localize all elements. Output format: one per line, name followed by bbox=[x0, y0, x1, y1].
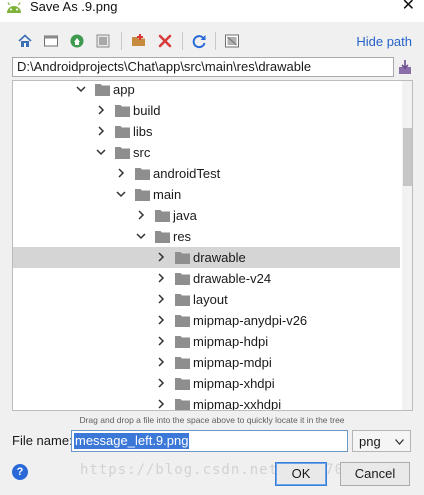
home-icon[interactable] bbox=[15, 31, 35, 51]
delete-icon[interactable] bbox=[155, 31, 175, 51]
chevron-right-icon[interactable] bbox=[96, 105, 106, 115]
chevron-right-icon[interactable] bbox=[156, 315, 166, 325]
cancel-button[interactable]: Cancel bbox=[340, 462, 410, 486]
show-hidden-icon[interactable] bbox=[222, 31, 242, 51]
chevron-down-icon bbox=[395, 439, 404, 445]
extension-value: png bbox=[359, 434, 381, 449]
desktop-icon[interactable] bbox=[41, 31, 61, 51]
project-icon[interactable] bbox=[67, 31, 87, 51]
toolbar-separator bbox=[121, 32, 122, 50]
folder-icon bbox=[175, 294, 190, 306]
chevron-right-icon[interactable] bbox=[156, 399, 166, 409]
folder-icon bbox=[175, 357, 190, 369]
tree-item-app[interactable]: app bbox=[13, 81, 400, 100]
chevron-down-icon[interactable] bbox=[136, 231, 146, 241]
folder-icon bbox=[135, 168, 150, 180]
tree-item-label: layout bbox=[193, 292, 228, 307]
extension-select[interactable]: png bbox=[352, 430, 411, 452]
folder-icon bbox=[175, 273, 190, 285]
chevron-right-icon[interactable] bbox=[156, 378, 166, 388]
toolbar-separator bbox=[182, 32, 183, 50]
folder-icon bbox=[155, 231, 170, 243]
chevron-right-icon[interactable] bbox=[156, 273, 166, 283]
tree-item-layout[interactable]: layout bbox=[13, 289, 400, 310]
tree-item-java[interactable]: java bbox=[13, 205, 400, 226]
module-icon[interactable] bbox=[93, 31, 113, 51]
chevron-right-icon[interactable] bbox=[136, 210, 146, 220]
tree-item-androidtest[interactable]: androidTest bbox=[13, 163, 400, 184]
file-name-label: File name: bbox=[12, 433, 73, 448]
chevron-right-icon[interactable] bbox=[116, 168, 126, 178]
scroll-thumb[interactable] bbox=[403, 128, 412, 186]
browse-path-icon[interactable] bbox=[396, 57, 414, 77]
chevron-down-icon[interactable] bbox=[116, 189, 126, 199]
tree-item-label: mipmap-anydpi-v26 bbox=[193, 313, 308, 328]
folder-icon bbox=[95, 84, 110, 96]
tree-item-label: mipmap-hdpi bbox=[193, 334, 269, 349]
folder-icon bbox=[175, 399, 190, 410]
new-folder-icon[interactable] bbox=[129, 31, 149, 51]
title-bar: Save As .9.png ✕ bbox=[0, 0, 424, 22]
tree-item-mipmap-mdpi[interactable]: mipmap-mdpi bbox=[13, 352, 400, 373]
tree-item-label: app bbox=[113, 82, 135, 97]
window-title: Save As .9.png bbox=[30, 0, 118, 14]
tree-item-label: res bbox=[173, 229, 192, 244]
tree-item-res[interactable]: res bbox=[13, 226, 400, 247]
tree-item-label: build bbox=[133, 103, 161, 118]
folder-icon bbox=[115, 126, 130, 138]
tree-item-src[interactable]: src bbox=[13, 142, 400, 163]
folder-icon bbox=[135, 189, 150, 201]
chevron-down-icon[interactable] bbox=[76, 84, 86, 94]
tree-item-label: mipmap-mdpi bbox=[193, 355, 272, 370]
android-icon bbox=[7, 2, 21, 13]
tree-item-mipmap-xhdpi[interactable]: mipmap-xhdpi bbox=[13, 373, 400, 394]
tree-item-mipmap-anydpi-v26[interactable]: mipmap-anydpi-v26 bbox=[13, 310, 400, 331]
tree-item-label: drawable bbox=[193, 250, 246, 265]
tree-item-libs[interactable]: libs bbox=[13, 121, 400, 142]
path-input[interactable]: D:\Androidprojects\Chat\app\src\main\res… bbox=[12, 57, 394, 77]
tree-item-mipmap-hdpi[interactable]: mipmap-hdpi bbox=[13, 331, 400, 352]
tree-item-label: src bbox=[133, 145, 151, 160]
chevron-right-icon[interactable] bbox=[156, 294, 166, 304]
tree-item-build[interactable]: build bbox=[13, 100, 400, 121]
folder-icon bbox=[155, 210, 170, 222]
hide-path-link[interactable]: Hide path bbox=[356, 34, 412, 49]
close-icon[interactable]: ✕ bbox=[402, 0, 415, 14]
tree-item-label: libs bbox=[133, 124, 153, 139]
file-name-input[interactable]: message_left.9.png bbox=[71, 430, 348, 452]
chevron-down-icon[interactable] bbox=[96, 147, 106, 157]
directory-tree[interactable]: app build libs src androidTest main java res dra… bbox=[12, 80, 413, 411]
tree-item-label: drawable-v24 bbox=[193, 271, 272, 286]
tree-item-label: androidTest bbox=[153, 166, 221, 181]
tree-item-main[interactable]: main bbox=[13, 184, 400, 205]
tree-item-drawable-v24[interactable]: drawable-v24 bbox=[13, 268, 400, 289]
tree-item-label: main bbox=[153, 187, 182, 202]
chevron-right-icon[interactable] bbox=[156, 357, 166, 367]
file-name-value: message_left.9.png bbox=[74, 433, 190, 449]
folder-icon bbox=[115, 147, 130, 159]
folder-icon bbox=[175, 336, 190, 348]
toolbar: Hide path bbox=[0, 26, 424, 56]
chevron-right-icon[interactable] bbox=[156, 336, 166, 346]
tree-scrollbar[interactable] bbox=[402, 81, 412, 410]
help-icon[interactable]: ? bbox=[12, 464, 28, 480]
folder-icon bbox=[115, 105, 130, 117]
toolbar-separator bbox=[215, 32, 216, 50]
tree-item-mipmap-xxhdpi[interactable]: mipmap-xxhdpi bbox=[13, 394, 400, 411]
tree-item-label: mipmap-xxhdpi bbox=[193, 397, 282, 411]
folder-icon bbox=[175, 252, 190, 264]
chevron-right-icon[interactable] bbox=[156, 252, 166, 262]
refresh-icon[interactable] bbox=[189, 31, 209, 51]
ok-button[interactable]: OK bbox=[275, 462, 327, 486]
tree-item-label: java bbox=[173, 208, 197, 223]
folder-icon bbox=[175, 315, 190, 327]
tree-item-label: mipmap-xhdpi bbox=[193, 376, 275, 391]
drag-drop-hint: Drag and drop a file into the space abov… bbox=[79, 415, 345, 425]
chevron-right-icon[interactable] bbox=[96, 126, 106, 136]
tree-item-drawable[interactable]: drawable bbox=[13, 247, 400, 268]
folder-icon bbox=[175, 378, 190, 390]
